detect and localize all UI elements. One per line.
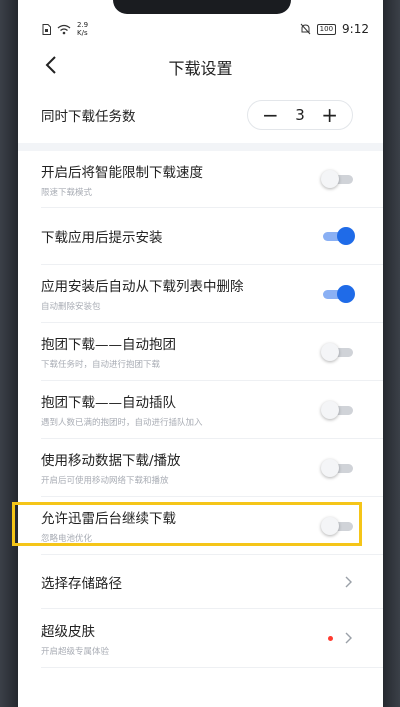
setting-label: 允许迅雷后台继续下载 (41, 511, 176, 527)
setting-row-group-auto[interactable]: 抱团下载——自动抱团 下载任务时，自动进行抱团下载 (18, 323, 383, 380)
install-prompt-toggle[interactable] (323, 227, 355, 245)
setting-label: 应用安装后自动从下载列表中删除 (41, 279, 244, 295)
setting-text: 使用移动数据下载/播放 开启后可使用移动网络下载和播放 (41, 449, 181, 486)
super-skin-label: 超级皮肤 (41, 623, 95, 640)
setting-label: 使用移动数据下载/播放 (41, 453, 181, 469)
setting-sub: 自动删除安装包 (41, 302, 101, 312)
title-bar: 下载设置 (18, 42, 383, 92)
setting-text: 应用安装后自动从下载列表中删除 自动删除安装包 (41, 275, 244, 312)
network-speed: 2.9 K/s (77, 21, 88, 37)
chevron-right-icon (345, 576, 352, 587)
section-gap (18, 143, 383, 151)
page-title: 下载设置 (168, 59, 233, 78)
screen: 2.9 K/s 100 9:12 下载设置 同时下载任务数 − 3 + 开启后将… (18, 0, 383, 707)
setting-text: 抱团下载——自动抱团 下载任务时，自动进行抱团下载 (41, 333, 176, 370)
super-skin-right (328, 631, 353, 645)
camera-notch (113, 0, 291, 14)
super-skin-row[interactable]: 超级皮肤 开启超级专属体验 (18, 609, 383, 667)
setting-row-background-download[interactable]: 允许迅雷后台继续下载 忽略电池优化 (18, 497, 383, 554)
setting-sub: 遇到人数已满的抱团时，自动进行插队加入 (41, 418, 203, 428)
battery-indicator: 100 (316, 23, 337, 35)
concurrent-tasks-label: 同时下载任务数 (41, 109, 136, 125)
wifi-icon (57, 24, 71, 34)
status-right: 100 9:12 (300, 22, 369, 36)
setting-sub: 忽略电池优化 (41, 534, 93, 544)
mobile-data-toggle[interactable] (321, 458, 353, 477)
setting-label: 下载应用后提示安装 (41, 230, 163, 246)
toggle-knob (321, 458, 339, 477)
setting-text: 抱团下载——自动插队 遇到人数已满的抱团时，自动进行插队加入 (41, 391, 203, 428)
status-bar: 2.9 K/s 100 9:12 (18, 16, 383, 42)
network-speed-value: 2.9 (77, 21, 89, 29)
toggle-knob (321, 400, 339, 419)
storage-path-label: 选择存储路径 (41, 575, 122, 592)
setting-label: 开启后将智能限制下载速度 (41, 164, 203, 181)
setting-text: 允许迅雷后台继续下载 忽略电池优化 (41, 507, 176, 544)
chevron-right-icon (345, 632, 352, 644)
group-queue-toggle[interactable] (321, 400, 353, 419)
group-auto-toggle[interactable] (321, 342, 353, 361)
toggle-knob (321, 516, 339, 535)
setting-text: 下载应用后提示安装 (41, 226, 163, 246)
chevron-left-icon[interactable] (40, 52, 62, 78)
auto-delete-toggle[interactable] (323, 284, 355, 303)
increment-button[interactable]: + (321, 105, 338, 125)
setting-sub: 开启后可使用移动网络下载和播放 (41, 476, 169, 486)
clock: 9:12 (342, 22, 369, 36)
status-left: 2.9 K/s (42, 21, 88, 37)
super-skin-text: 超级皮肤 开启超级专属体验 (41, 620, 109, 657)
mute-bell-icon (300, 23, 311, 35)
setting-row-speed-limit[interactable]: 开启后将智能限制下载速度 限速下载模式 (18, 151, 383, 207)
setting-row-group-queue[interactable]: 抱团下载——自动插队 遇到人数已满的抱团时，自动进行插队加入 (18, 381, 383, 438)
setting-label: 抱团下载——自动插队 (41, 395, 176, 411)
toggle-knob (321, 170, 339, 188)
setting-label: 抱团下载——自动抱团 (41, 337, 176, 353)
sim-card-icon (42, 23, 51, 35)
toggle-knob (321, 342, 339, 361)
setting-row-install-prompt[interactable]: 下载应用后提示安装 (18, 208, 383, 264)
quantity-stepper: − 3 + (247, 100, 353, 130)
setting-sub: 限速下载模式 (41, 187, 93, 198)
toggle-knob (337, 227, 355, 245)
background-download-toggle[interactable] (321, 516, 353, 535)
stepper-value: 3 (295, 106, 305, 124)
storage-path-row[interactable]: 选择存储路径 (18, 555, 383, 608)
setting-row-auto-delete[interactable]: 应用安装后自动从下载列表中删除 自动删除安装包 (18, 265, 383, 322)
new-badge-dot (328, 635, 333, 641)
setting-row-mobile-data[interactable]: 使用移动数据下载/播放 开启后可使用移动网络下载和播放 (18, 439, 383, 496)
network-speed-unit: K/s (77, 29, 88, 37)
setting-sub: 下载任务时，自动进行抱团下载 (41, 360, 161, 370)
decrement-button[interactable]: − (262, 105, 279, 125)
super-skin-sub: 开启超级专属体验 (41, 646, 110, 657)
divider (41, 667, 383, 668)
speed-limit-toggle[interactable] (321, 170, 353, 188)
setting-text: 开启后将智能限制下载速度 限速下载模式 (41, 161, 203, 198)
concurrent-tasks-row: 同时下载任务数 − 3 + (18, 92, 383, 138)
toggle-knob (337, 284, 355, 303)
